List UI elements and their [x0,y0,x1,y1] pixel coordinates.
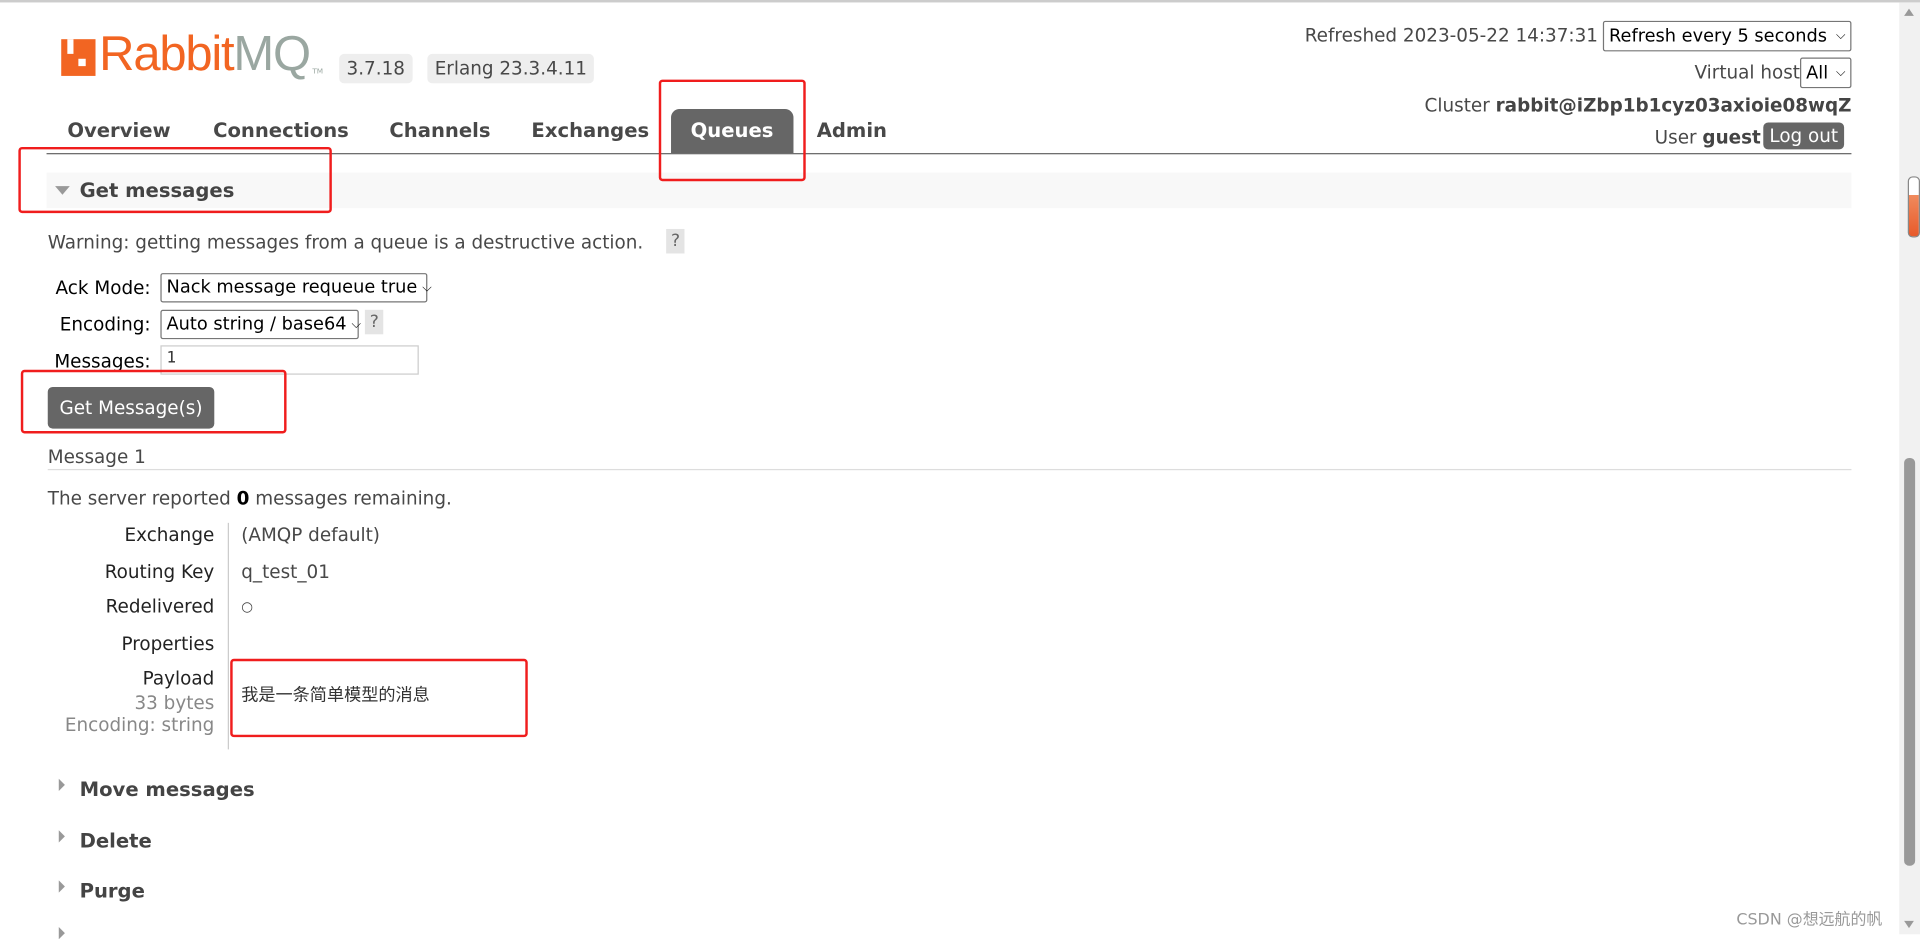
expand-triangle-icon [58,880,65,893]
user-info: User guest [1655,126,1761,148]
vertical-scrollbar[interactable] [1899,2,1920,935]
refreshed-timestamp: Refreshed 2023-05-22 14:37:31 [1304,24,1598,47]
refresh-select-value: Refresh every 5 seconds [1608,26,1828,46]
tab-admin[interactable]: Admin [817,119,887,142]
expand-triangle-icon [58,830,65,843]
routing-key-label: Routing Key [104,560,215,583]
routing-key-value: q_test_01 [241,560,330,583]
cluster-info: Cluster rabbit@iZbp1b1cyz03axioie08wqZ [1425,94,1852,116]
redelivered-value: ○ [241,598,253,615]
vhost-select-value: All [1806,63,1829,83]
chevron-down-icon: ⌵ [1836,66,1846,80]
scroll-down-arrow-icon[interactable] [1904,920,1914,929]
properties-label: Properties [121,633,215,656]
vhost-label: Virtual host [1694,61,1801,84]
annotation-box-get-messages [18,146,332,214]
refresh-interval-select[interactable]: Refresh every 5 seconds ⌵ [1602,20,1852,52]
scroll-up-arrow-icon[interactable] [1904,8,1914,16]
version-badge: 3.7.18 [339,53,413,84]
encoding-label: Encoding: [59,313,151,336]
payload-size: 33 bytes [134,691,215,714]
rabbit-logo-icon [61,39,96,76]
remaining-status: The server reported 0 messages remaining… [48,487,452,509]
rabbitmq-logo[interactable]: Rabbit MQ TM [61,29,323,78]
table-separator [227,522,229,750]
annotation-box-get-button [20,369,287,434]
tab-overview[interactable]: Overview [67,119,170,142]
annotation-box-payload [230,658,528,738]
exchange-value: (AMQP default) [241,524,380,547]
payload-encoding: Encoding: string [64,713,215,736]
user-label: User [1654,126,1697,149]
logout-button[interactable]: Log out [1763,122,1845,150]
scrollbar-thumb[interactable] [1904,457,1916,866]
remaining-post: messages remaining. [255,487,452,510]
side-widget-handle[interactable] [1907,176,1920,238]
remaining-count: 0 [236,487,250,510]
chevron-down-icon: ⌵ [1836,29,1846,43]
tab-channels[interactable]: Channels [389,119,490,142]
payload-label: Payload [142,667,215,690]
exchange-label: Exchange [124,524,215,547]
tab-exchanges[interactable]: Exchanges [531,119,649,142]
encoding-value: Auto string / base64 [166,314,347,335]
purge-section[interactable]: Purge [80,879,145,902]
user-name: guest [1702,126,1761,149]
warning-help-button[interactable]: ? [666,228,686,254]
chevron-down-icon: ⌵ [422,281,432,295]
chevron-down-icon: ⌵ [351,317,361,332]
message-divider [47,468,1852,471]
cluster-name: rabbit@iZbp1b1cyz03axioie08wqZ [1495,94,1852,117]
cluster-label: Cluster [1424,94,1490,117]
tab-connections[interactable]: Connections [213,119,349,142]
erlang-version-badge: Erlang 23.3.4.11 [427,53,595,84]
encoding-help-button[interactable]: ? [364,309,384,335]
redelivered-label: Redelivered [105,595,215,618]
expand-triangle-icon [58,778,65,792]
message-heading: Message 1 [47,445,146,468]
ack-mode-value: Nack message requeue true [166,277,418,298]
csdn-watermark: CSDN @想远航的帆 [1736,911,1883,930]
delete-section[interactable]: Delete [80,829,152,852]
expand-triangle-icon [58,926,65,939]
rabbitmq-management-page: Rabbit MQ TM 3.7.18 Erlang 23.3.4.11 Overv… [0,0,1920,939]
annotation-box-queues-tab [658,79,806,182]
ack-mode-label: Ack Mode: [55,276,151,299]
remaining-pre: The server reported [47,487,231,510]
move-messages-section[interactable]: Move messages [80,778,255,801]
vhost-select[interactable]: All ⌵ [1800,57,1852,89]
destructive-warning: Warning: getting messages from a queue i… [47,231,644,254]
encoding-select[interactable]: Auto string / base64 ⌵ [160,309,361,340]
ack-mode-select[interactable]: Nack message requeue true ⌵ [160,273,432,303]
